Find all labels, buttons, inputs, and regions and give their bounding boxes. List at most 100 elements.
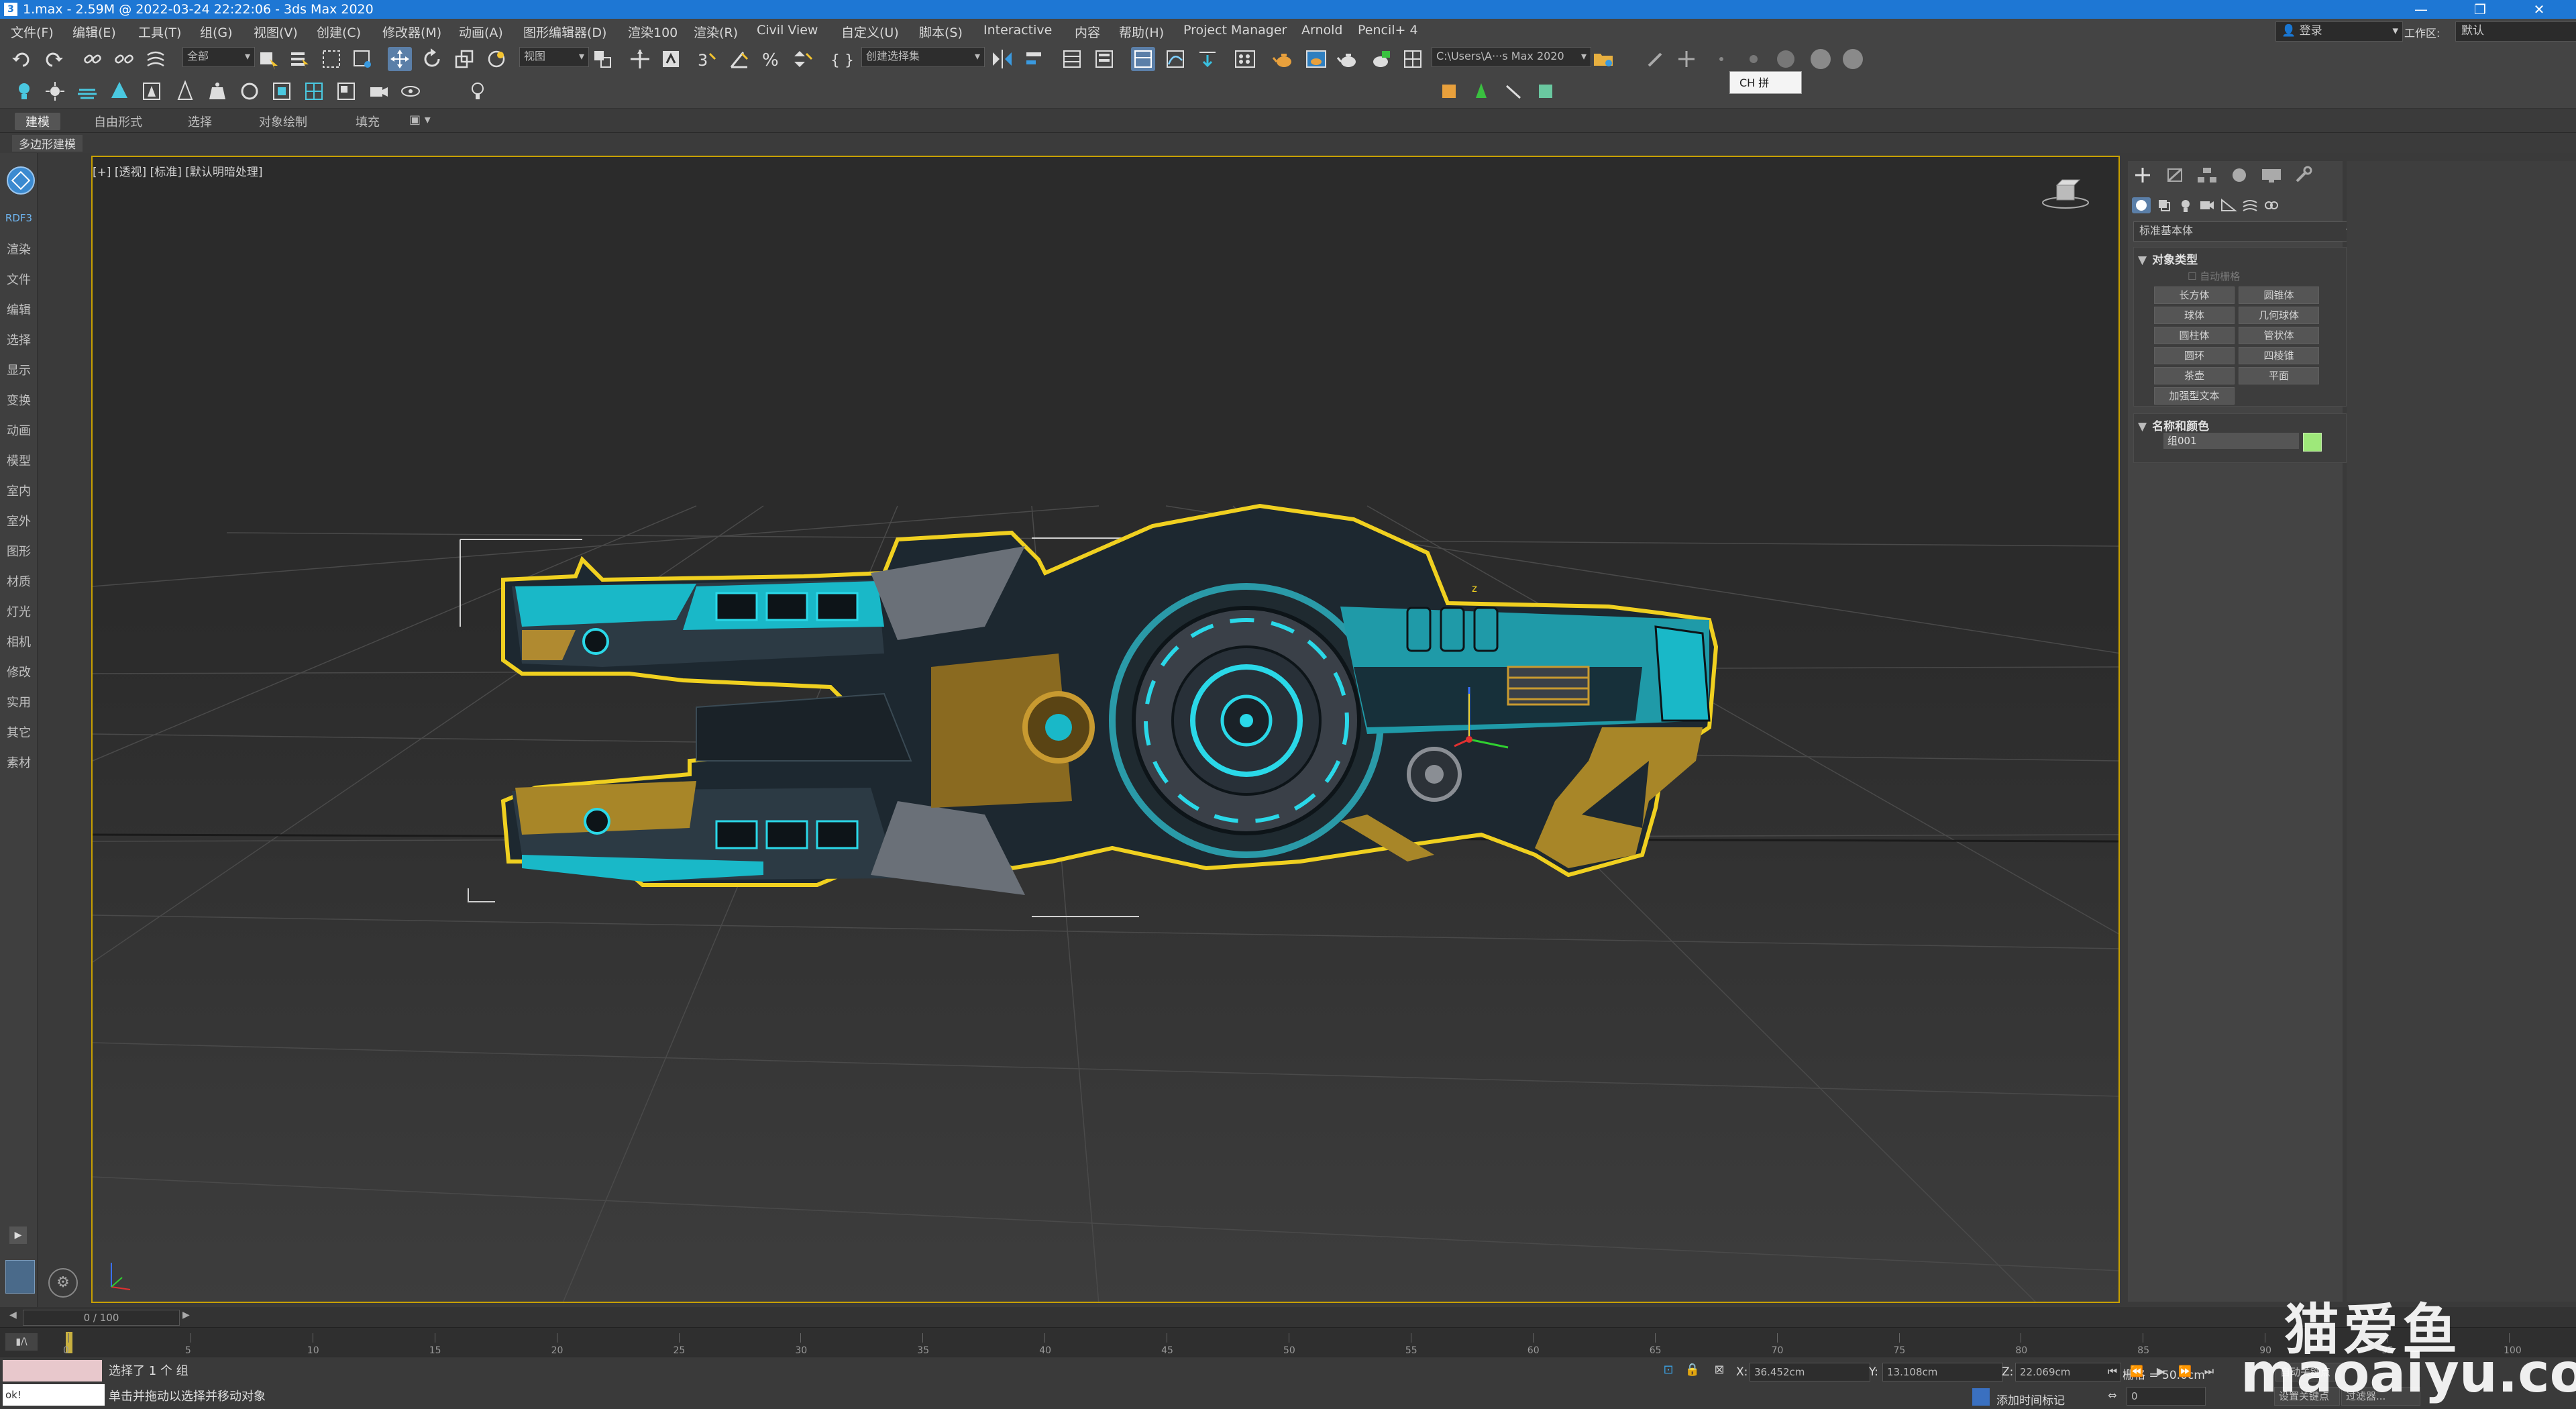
maxscript-output[interactable]: ok! <box>3 1384 105 1406</box>
left-item-camera[interactable]: 相机 <box>0 633 38 650</box>
left-item-exterior[interactable]: 室外 <box>0 512 38 529</box>
left-item-other[interactable]: 其它 <box>0 723 38 741</box>
rendered-frame-window-button[interactable] <box>1304 47 1328 71</box>
ribbon-toggle-button[interactable] <box>1131 47 1155 71</box>
hierarchy-tab[interactable] <box>2195 165 2219 185</box>
cone-button[interactable]: 圆锥体 <box>2239 286 2319 304</box>
torus-button[interactable]: 圆环 <box>2154 347 2235 364</box>
select-and-rotate-button[interactable] <box>420 47 444 71</box>
workspace-dropdown[interactable]: 默认 <box>2455 21 2576 42</box>
display-tab[interactable] <box>2259 165 2284 185</box>
edit-named-selection-button[interactable]: { } <box>829 47 854 71</box>
maxscript-listener-input[interactable] <box>3 1360 102 1381</box>
medium-circle-button[interactable] <box>1774 47 1798 71</box>
schematic-view-button[interactable] <box>1195 47 1220 71</box>
selection-filter-dropdown[interactable]: 全部 ▾ <box>182 47 255 67</box>
sun-light-button[interactable] <box>43 79 67 103</box>
time-slider[interactable]: 0 / 100 <box>23 1310 180 1326</box>
render-region-button[interactable] <box>270 79 294 103</box>
create-tab[interactable] <box>2131 165 2155 185</box>
minimize-icon[interactable]: — <box>2399 0 2443 19</box>
render-shortcut-button[interactable] <box>1401 47 1425 71</box>
select-by-name-button[interactable] <box>287 47 311 71</box>
box-button[interactable]: 长方体 <box>2154 286 2235 304</box>
menu-help[interactable]: 帮助(H) <box>1119 23 1164 41</box>
render-setup-button[interactable] <box>1272 47 1296 71</box>
select-object-button[interactable] <box>256 47 280 71</box>
current-frame-field[interactable]: 0 <box>2127 1387 2206 1406</box>
menu-edit[interactable]: 编辑(E) <box>72 23 116 41</box>
fog-light-button[interactable] <box>75 79 99 103</box>
left-item-lights[interactable]: 灯光 <box>0 603 38 620</box>
select-and-manipulate-button[interactable] <box>628 47 652 71</box>
eye-tool-button[interactable] <box>398 79 423 103</box>
lamp-tool-button[interactable] <box>466 79 490 103</box>
ime-indicator[interactable]: CH 拼 <box>1729 71 1802 94</box>
plugin-b-button[interactable] <box>1469 79 1493 103</box>
curve-editor-button[interactable] <box>1163 47 1187 71</box>
cylinder-button[interactable]: 圆柱体 <box>2154 327 2235 344</box>
left-item-edit[interactable]: 编辑 <box>0 301 38 318</box>
absolute-mode-icon[interactable]: ⊠ <box>1711 1363 1728 1380</box>
motion-tab[interactable] <box>2227 165 2251 185</box>
menu-file[interactable]: 文件(F) <box>11 23 54 41</box>
close-icon[interactable]: ✕ <box>2517 0 2561 19</box>
model-tool-button[interactable] <box>173 79 197 103</box>
object-name-field[interactable]: 组001 <box>2163 433 2299 449</box>
reference-coordinate-dropdown[interactable]: 视图 ▾ <box>519 47 589 67</box>
keyboard-shortcut-toggle[interactable] <box>659 47 683 71</box>
menu-project-manager[interactable]: Project Manager <box>1183 23 1287 38</box>
ribbon-tab-modeling[interactable]: 建模 <box>15 113 60 130</box>
left-item-material[interactable]: 材质 <box>0 572 38 590</box>
redo-button[interactable] <box>42 47 66 71</box>
left-item-select[interactable]: 选择 <box>0 331 38 348</box>
left-item-file[interactable]: 文件 <box>0 270 38 288</box>
weapon-model[interactable] <box>500 503 1719 895</box>
polygon-modeling-label[interactable]: 多边形建模 <box>12 135 83 152</box>
previous-frame-icon[interactable]: ⏪ <box>2128 1363 2145 1380</box>
add-time-tag[interactable]: 添加时间标记 <box>1996 1391 2065 1408</box>
select-and-scale-button[interactable] <box>452 47 476 71</box>
left-item-modify[interactable]: 修改 <box>0 663 38 680</box>
play-icon[interactable]: ▶ <box>2152 1363 2169 1380</box>
link-button[interactable] <box>80 47 105 71</box>
gear-icon[interactable]: ⚙ <box>48 1268 78 1298</box>
select-and-move-button[interactable] <box>388 47 412 71</box>
left-item-utilities[interactable]: 实用 <box>0 693 38 711</box>
viewport-layout-icon[interactable] <box>5 1260 35 1294</box>
project-folder-dropdown[interactable]: C:\Users\A···s Max 2020 ▾ <box>1432 47 1591 67</box>
ribbon-tab-object-paint[interactable]: 对象绘制 <box>259 113 307 130</box>
bind-spacewarp-button[interactable] <box>144 47 168 71</box>
utilities-tab[interactable] <box>2292 165 2316 185</box>
snaps-toggle[interactable]: 3 <box>695 47 719 71</box>
rdf-logo-icon[interactable] <box>7 166 35 195</box>
autogrid-checkbox[interactable]: ☐ 自动栅格 <box>2188 269 2240 283</box>
menu-rendering[interactable]: 渲染(R) <box>694 23 738 41</box>
teapot-button[interactable]: 茶壶 <box>2154 367 2235 384</box>
large-circle-button[interactable] <box>1809 47 1833 71</box>
project-folder-button[interactable] <box>1591 47 1615 71</box>
pyramid-button[interactable]: 四棱锥 <box>2239 347 2319 364</box>
next-frame-icon[interactable]: ⏩ <box>2176 1363 2194 1380</box>
mirror-button[interactable] <box>990 47 1014 71</box>
create-light-button[interactable] <box>12 79 36 103</box>
render-production-button[interactable] <box>1336 47 1360 71</box>
rotate-view-button[interactable] <box>237 79 262 103</box>
camera-tool-button[interactable] <box>366 79 390 103</box>
x-coordinate-field[interactable]: 36.452cm <box>1750 1363 1870 1381</box>
menu-graph-editors[interactable]: 图形编辑器(D) <box>523 23 606 41</box>
spacewarps-category[interactable] <box>2241 197 2259 213</box>
angle-snap-toggle[interactable] <box>727 47 751 71</box>
plane-button[interactable]: 平面 <box>2239 367 2319 384</box>
go-to-start-icon[interactable]: ⏮ <box>2104 1363 2121 1380</box>
left-item-transform[interactable]: 变换 <box>0 391 38 409</box>
shapes-category[interactable] <box>2155 197 2174 213</box>
restore-icon[interactable]: ❐ <box>2458 0 2502 19</box>
crosshair-tool-button[interactable] <box>1674 47 1699 71</box>
pencil-tool-button[interactable] <box>1644 47 1668 71</box>
menu-modifiers[interactable]: 修改器(M) <box>382 23 441 41</box>
left-item-animation[interactable]: 动画 <box>0 421 38 439</box>
expand-arrow-icon[interactable]: ▶ <box>9 1227 27 1244</box>
left-item-model[interactable]: 模型 <box>0 452 38 469</box>
login-dropdown[interactable]: 👤 登录 ▾ <box>2275 21 2403 42</box>
